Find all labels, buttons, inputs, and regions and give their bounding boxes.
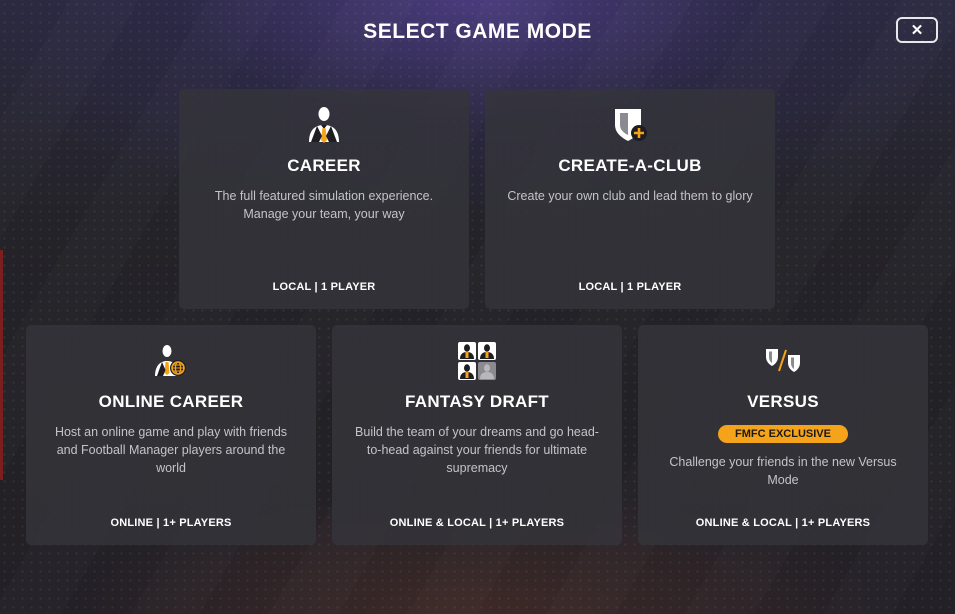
mode-description: Host an online game and play with friend…	[54, 425, 288, 475]
mode-title: CAREER	[287, 156, 361, 175]
mode-title: ONLINE CAREER	[98, 392, 244, 411]
background-edge-strip	[0, 250, 3, 480]
close-button[interactable]: ✕	[896, 17, 938, 43]
mode-players-info: ONLINE & LOCAL | 1+ PLAYERS	[695, 517, 871, 529]
mode-description: The full featured simulation experience.…	[214, 189, 434, 221]
mode-players-info: ONLINE & LOCAL | 1+ PLAYERS	[389, 517, 565, 529]
mode-title: CREATE-A-CLUB	[558, 156, 702, 175]
mode-description: Challenge your friends in the new Versus…	[669, 455, 897, 487]
mode-players-info: ONLINE | 1+ PLAYERS	[110, 517, 232, 529]
player-grid-icon	[332, 341, 622, 381]
close-icon: ✕	[910, 22, 924, 39]
versus-shields-icon	[638, 341, 928, 381]
mode-players-info: LOCAL | 1 PLAYER	[272, 281, 376, 293]
mode-card-versus[interactable]: VERSUS FMFC EXCLUSIVE Challenge your fri…	[638, 325, 928, 545]
dialog-title: SELECT GAME MODE	[363, 20, 592, 43]
game-mode-dialog: SELECT GAME MODE ✕ CAREER The full featu…	[0, 0, 955, 614]
mode-card-create-a-club[interactable]: CREATE-A-CLUB Create your own club and l…	[485, 89, 775, 309]
mode-description: Create your own club and lead them to gl…	[507, 189, 753, 203]
manager-icon	[179, 105, 469, 145]
exclusive-badge: FMFC EXCLUSIVE	[718, 425, 848, 443]
mode-title: VERSUS	[747, 392, 819, 411]
mode-card-online-career[interactable]: ONLINE CAREER Host an online game and pl…	[26, 325, 316, 545]
club-badge-plus-icon	[485, 105, 775, 145]
mode-title: FANTASY DRAFT	[405, 392, 549, 411]
online-manager-icon	[26, 341, 316, 381]
mode-players-info: LOCAL | 1 PLAYER	[578, 281, 682, 293]
mode-description: Build the team of your dreams and go hea…	[355, 425, 599, 475]
mode-card-fantasy-draft[interactable]: FANTASY DRAFT Build the team of your dre…	[332, 325, 622, 545]
mode-card-career[interactable]: CAREER The full featured simulation expe…	[179, 89, 469, 309]
